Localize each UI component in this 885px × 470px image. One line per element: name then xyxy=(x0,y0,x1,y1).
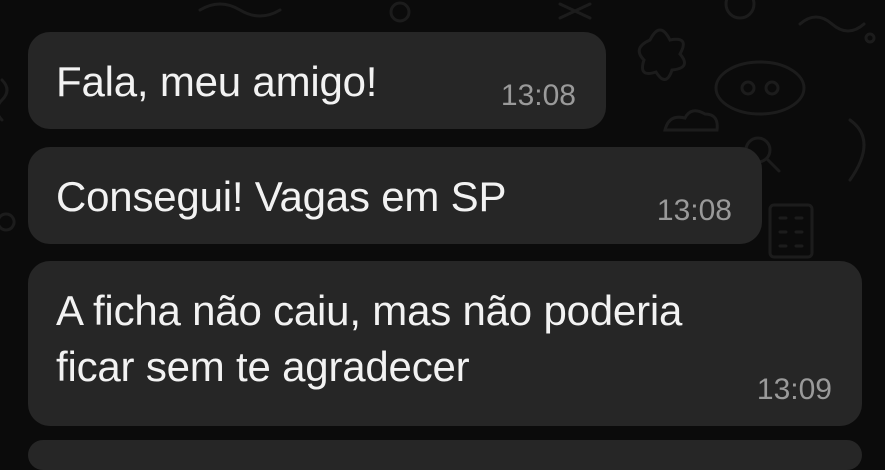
building-icon xyxy=(768,203,814,259)
message-timestamp: 13:08 xyxy=(656,194,732,227)
message-timestamp: 13:09 xyxy=(756,373,832,406)
alien-face-icon xyxy=(714,60,806,116)
message-text: A ficha não caiu, mas não poderia ficar … xyxy=(56,287,683,390)
doodle-ring-left xyxy=(0,212,16,232)
message-bubble-partial[interactable] xyxy=(28,440,862,470)
doodle-wave-top xyxy=(798,15,866,33)
message-timestamp: 13:08 xyxy=(500,79,576,112)
doodle-scribble-top xyxy=(198,2,282,18)
message-bubble[interactable]: A ficha não caiu, mas não poderia ficar … xyxy=(28,261,862,426)
doodle-circle-icon xyxy=(724,0,756,20)
message-text: Consegui! Vagas em SP xyxy=(56,173,507,220)
doodle-squiggle-left xyxy=(0,78,9,122)
doodle-dot-right xyxy=(864,32,876,44)
doodle-ring-icon xyxy=(389,1,411,23)
doodle-lines-top xyxy=(558,2,592,20)
cloud-icon xyxy=(663,109,719,132)
doodle-leaf-right xyxy=(848,118,866,182)
flower-icon xyxy=(637,28,686,81)
message-bubble[interactable]: Fala, meu amigo! 13:08 xyxy=(28,32,606,129)
message-text: Fala, meu amigo! xyxy=(56,58,378,105)
message-bubble[interactable]: Consegui! Vagas em SP 13:08 xyxy=(28,147,762,244)
